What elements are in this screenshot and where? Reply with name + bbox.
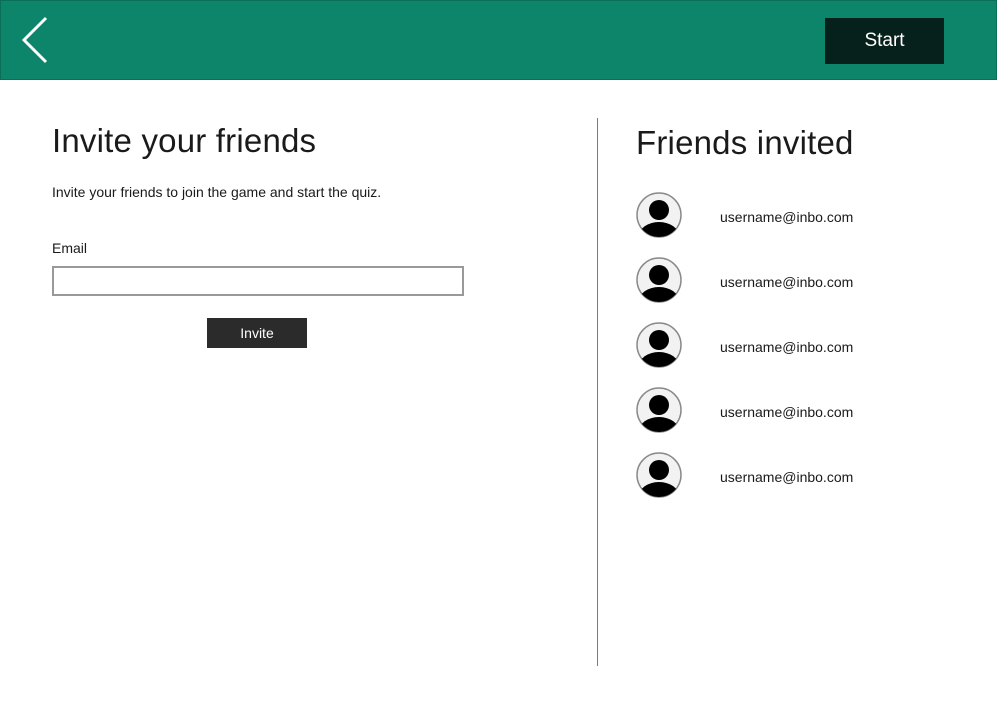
chevron-left-icon: [21, 16, 48, 64]
list-item: username@inbo.com: [636, 257, 976, 322]
friend-list: username@inbo.com username@inbo.com user…: [636, 192, 976, 517]
column-divider: [597, 118, 598, 666]
list-item: username@inbo.com: [636, 192, 976, 257]
email-label: Email: [52, 240, 88, 256]
app-header: Start: [0, 0, 997, 80]
invite-section: Invite your friends Invite your friends …: [52, 120, 552, 348]
friends-section: Friends invited username@inbo.com userna…: [636, 122, 976, 498]
list-item: username@inbo.com: [636, 452, 976, 517]
friend-email: username@inbo.com: [720, 339, 854, 355]
list-item: username@inbo.com: [636, 387, 976, 452]
invite-button[interactable]: Invite: [207, 318, 307, 348]
list-item: username@inbo.com: [636, 322, 976, 387]
page: Start Invite your friends Invite your fr…: [0, 0, 997, 720]
user-avatar-icon: [636, 322, 682, 368]
user-avatar-icon: [636, 192, 682, 238]
friend-email: username@inbo.com: [720, 469, 854, 485]
start-button[interactable]: Start: [825, 18, 944, 64]
invite-title: Invite your friends: [52, 122, 317, 159]
friend-email: username@inbo.com: [720, 274, 854, 290]
back-button[interactable]: [17, 15, 57, 67]
user-avatar-icon: [636, 387, 682, 433]
friend-email: username@inbo.com: [720, 209, 854, 225]
invite-subtitle: Invite your friends to join the game and…: [52, 184, 382, 200]
friends-title: Friends invited: [636, 124, 854, 161]
friend-email: username@inbo.com: [720, 404, 854, 420]
user-avatar-icon: [636, 257, 682, 303]
user-avatar-icon: [636, 452, 682, 498]
email-field[interactable]: [52, 266, 464, 296]
